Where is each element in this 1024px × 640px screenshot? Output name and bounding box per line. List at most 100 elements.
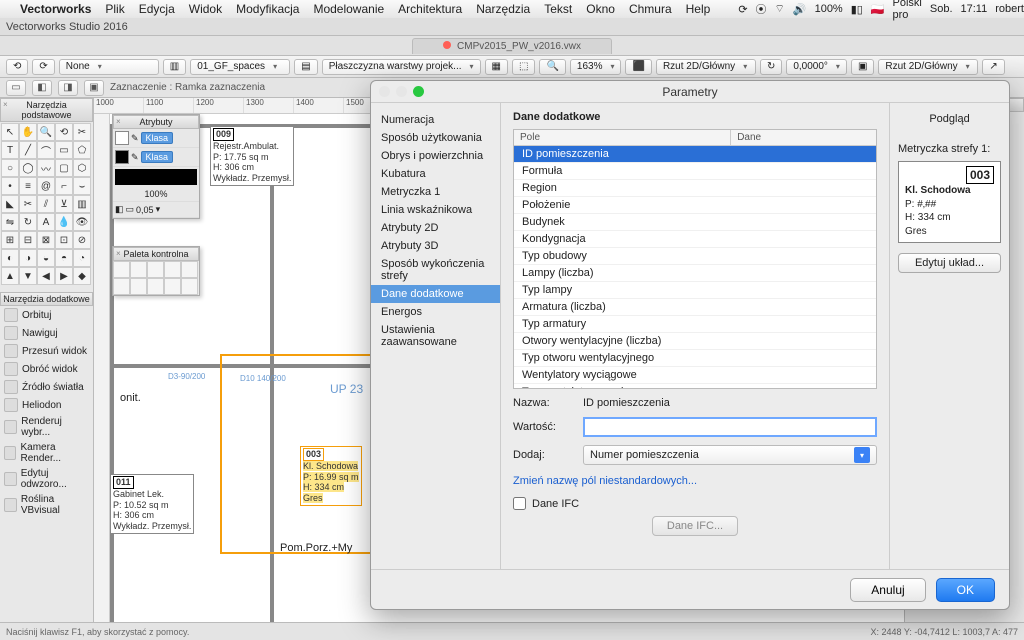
tool-y3[interactable]: ◒: [37, 249, 55, 267]
tool-orbit[interactable]: Orbituj: [0, 306, 93, 324]
tool-y5[interactable]: ◔: [73, 249, 91, 267]
field-row[interactable]: Kondygnacja: [514, 231, 876, 248]
tool-vis[interactable]: 👁: [73, 213, 91, 231]
field-row[interactable]: Typ armatury: [514, 316, 876, 333]
cat-atr2d[interactable]: Atrybuty 2D: [371, 219, 500, 237]
tool-x2[interactable]: ⊟: [19, 231, 37, 249]
cat-numeracja[interactable]: Numeracja: [371, 111, 500, 129]
tool-flyover[interactable]: ⟲: [55, 123, 73, 141]
endcap-icon[interactable]: ↗: [982, 59, 1004, 75]
field-row[interactable]: Typ otworu wentylacyjnego: [514, 350, 876, 367]
menu-okno[interactable]: Okno: [586, 2, 615, 16]
tool-dbl[interactable]: ≡: [19, 177, 37, 195]
menu-modyfikacja[interactable]: Modyfikacja: [236, 2, 299, 16]
traffic-min-icon[interactable]: [396, 86, 407, 97]
tool-clip[interactable]: ✂: [73, 123, 91, 141]
tool-freehand[interactable]: 〰: [37, 159, 55, 177]
control-palette[interactable]: ×Paleta kontrolna: [112, 246, 200, 296]
menu-narzedzia[interactable]: Narzędzia: [476, 2, 530, 16]
zoom-dropdown[interactable]: 163%: [570, 59, 622, 75]
room-label-011[interactable]: 011 Gabinet Lek. P: 10.52 sq m H: 306 cm…: [110, 474, 194, 534]
value-input[interactable]: [583, 417, 877, 437]
tool-rotate[interactable]: ↻: [19, 213, 37, 231]
traffic-max-icon[interactable]: [413, 86, 424, 97]
tool-camera[interactable]: Kamera Render...: [0, 440, 93, 466]
attributes-palette[interactable]: ×Atrybuty ✎Klasa ✎Klasa 100% ◧▭0,05▾: [112, 114, 200, 219]
cat-sposob-uzytkowania[interactable]: Sposób użytkowania: [371, 129, 500, 147]
mode-btn-4[interactable]: ▣: [84, 80, 104, 96]
col-pole[interactable]: Pole: [514, 130, 731, 145]
field-row[interactable]: ID pomieszczenia: [514, 146, 876, 163]
tool-trim[interactable]: ✂: [19, 195, 37, 213]
plane-dropdown[interactable]: Płaszczyzna warstwy projek...: [322, 59, 481, 75]
cat-kubatura[interactable]: Kubatura: [371, 165, 500, 183]
tool-x4[interactable]: ⊡: [55, 231, 73, 249]
tool-hand[interactable]: ✋: [19, 123, 37, 141]
room-label-009[interactable]: 009 Rejestr.Ambulat. P: 17.75 sq m H: 30…: [210, 126, 294, 186]
wifi-icon[interactable]: ⌔: [775, 2, 785, 16]
layer-dropdown[interactable]: 01_GF_spaces: [190, 59, 290, 75]
add-select[interactable]: Numer pomieszczenia▾: [583, 445, 877, 465]
tool-z3[interactable]: ◀: [37, 267, 55, 285]
view2-dropdown[interactable]: Rzut 2D/Główny: [878, 59, 978, 75]
mode-btn-1[interactable]: ▭: [6, 80, 26, 96]
menu-edycja[interactable]: Edycja: [139, 2, 175, 16]
nav-fwd[interactable]: ⟳: [32, 59, 54, 75]
volume-icon[interactable]: 🔊: [793, 3, 807, 16]
field-row[interactable]: Typ obudowy: [514, 248, 876, 265]
tool-x1[interactable]: ⊞: [1, 231, 19, 249]
tool-eyedrop[interactable]: 💧: [55, 213, 73, 231]
tool-zoom[interactable]: 🔍: [37, 123, 55, 141]
tool-mirror[interactable]: ⇋: [1, 213, 19, 231]
tool-z5[interactable]: ◆: [73, 267, 91, 285]
tool-a[interactable]: ▦: [485, 59, 508, 75]
flag-icon[interactable]: 🇵🇱: [871, 3, 885, 16]
field-row[interactable]: Lampy (liczba): [514, 265, 876, 282]
angle-field[interactable]: 0,0000°: [786, 59, 847, 75]
tool-circle[interactable]: ○: [1, 159, 19, 177]
menu-widok[interactable]: Widok: [189, 2, 222, 16]
menu-chmura[interactable]: Chmura: [629, 2, 672, 16]
tool-offset[interactable]: ▥: [73, 195, 91, 213]
view-dropdown[interactable]: Rzut 2D/Główny: [656, 59, 756, 75]
tool-y2[interactable]: ◑: [19, 249, 37, 267]
mode-btn-2[interactable]: ◧: [32, 80, 52, 96]
tool-y4[interactable]: ◓: [55, 249, 73, 267]
tool-line[interactable]: ╱: [19, 141, 37, 159]
mode-btn-3[interactable]: ◨: [58, 80, 78, 96]
tool-z4[interactable]: ▶: [55, 267, 73, 285]
field-row[interactable]: Typ lampy: [514, 282, 876, 299]
tool-fillet[interactable]: ⌣: [73, 177, 91, 195]
menu-help[interactable]: Help: [686, 2, 711, 16]
cancel-button[interactable]: Anuluj: [850, 578, 925, 602]
tool-rendersel[interactable]: Renderuj wybr...: [0, 414, 93, 440]
tool-rect[interactable]: ▭: [55, 141, 73, 159]
magnifier-icon[interactable]: 🔍: [539, 59, 565, 75]
ifc-button[interactable]: Dane IFC...: [652, 516, 738, 536]
class-dropdown[interactable]: None: [59, 59, 159, 75]
tool-heliodon[interactable]: Heliodon: [0, 396, 93, 414]
room-label-003[interactable]: 003 Kl. Schodowa P: 16.99 sq m H: 334 cm…: [300, 446, 362, 506]
dialog-titlebar[interactable]: Parametry: [371, 81, 1009, 103]
tool-spiral[interactable]: @: [37, 177, 55, 195]
tool-navigate[interactable]: Nawiguj: [0, 324, 93, 342]
cat-zaawansowane[interactable]: Ustawienia zaawansowane: [371, 321, 500, 351]
col-dane[interactable]: Dane: [731, 130, 767, 145]
tool-b[interactable]: ⬚: [512, 59, 535, 75]
cat-energos[interactable]: Energos: [371, 303, 500, 321]
layers-icon[interactable]: ▥: [163, 59, 186, 75]
tool-z2[interactable]: ▼: [19, 267, 37, 285]
menu-plik[interactable]: Plik: [105, 2, 124, 16]
fields-table[interactable]: PoleDane ID pomieszczenia Formuła Region…: [513, 129, 877, 389]
cat-atr3d[interactable]: Atrybuty 3D: [371, 237, 500, 255]
angle-icon[interactable]: ↻: [760, 59, 782, 75]
tool-split[interactable]: ⫽: [37, 195, 55, 213]
field-row[interactable]: Region: [514, 180, 876, 197]
tool-poly[interactable]: ⬠: [73, 141, 91, 159]
tool-arc[interactable]: ⌒: [37, 141, 55, 159]
input-lang[interactable]: Polski pro: [893, 0, 922, 21]
sync-icon[interactable]: ⟳: [738, 3, 747, 16]
render-icon[interactable]: ▣: [851, 59, 874, 75]
battery-icon[interactable]: ▮▯: [851, 3, 863, 16]
user-name[interactable]: robert: [995, 3, 1024, 15]
